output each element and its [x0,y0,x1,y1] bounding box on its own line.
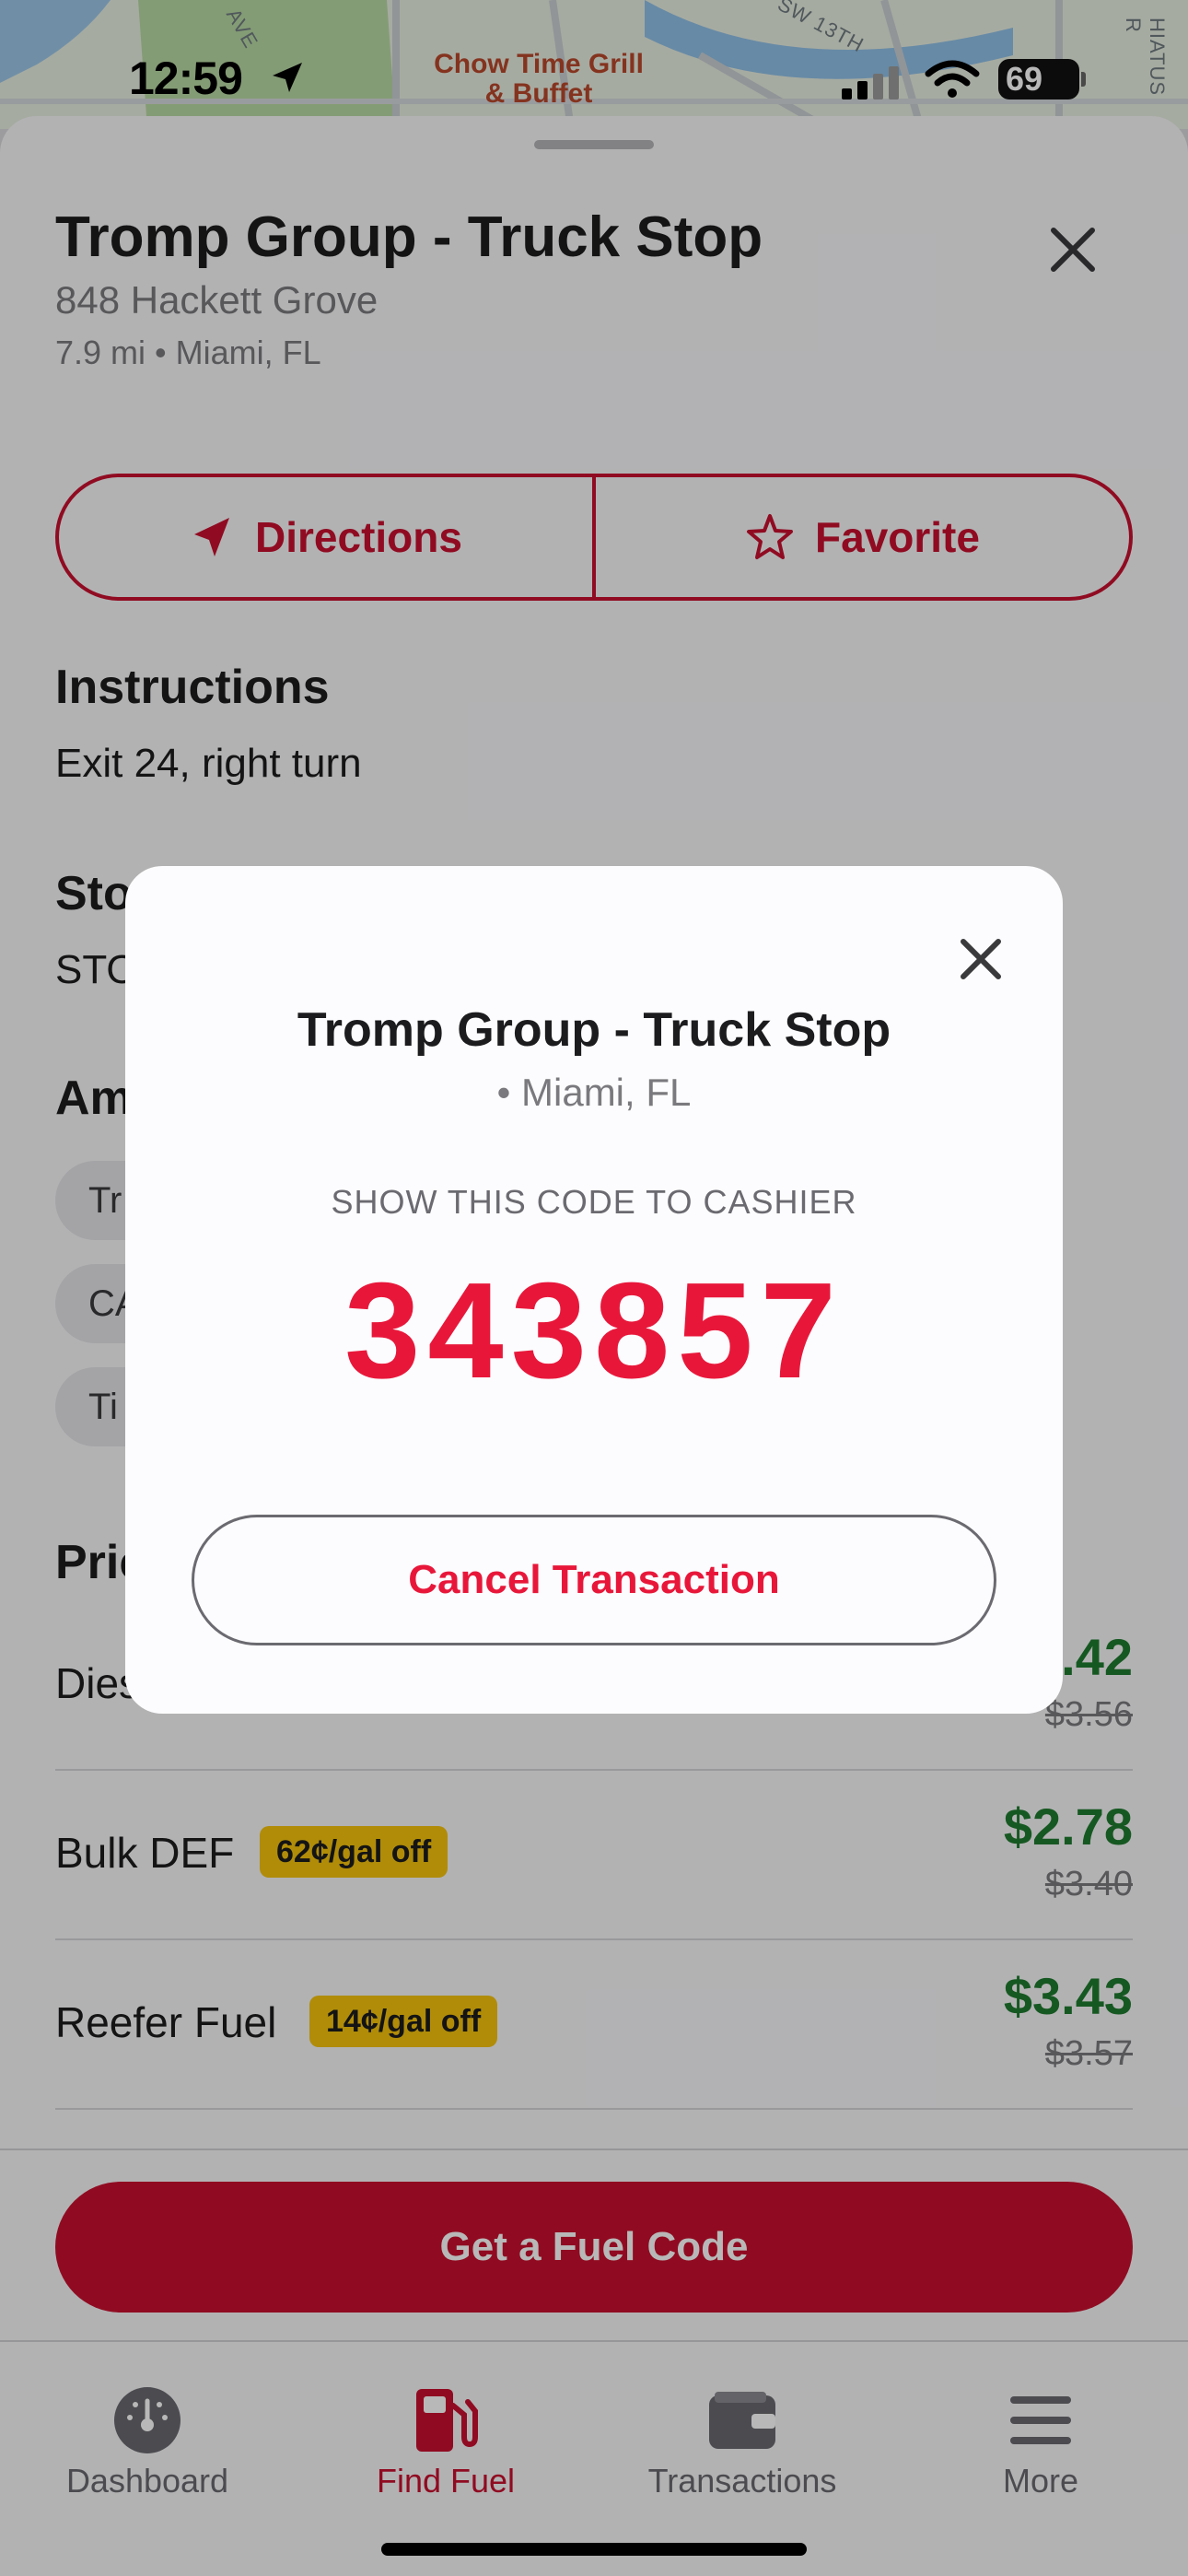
modal-station-location: • Miami, FL [496,1071,692,1114]
cancel-transaction-button[interactable]: Cancel Transaction [192,1515,996,1645]
home-indicator[interactable] [381,2543,807,2556]
fuel-code: 343857 [344,1255,844,1407]
close-icon[interactable] [950,929,1011,989]
cashier-instruction: SHOW THIS CODE TO CASHIER [331,1183,857,1221]
fuel-code-modal: Tromp Group - Truck Stop • Miami, FL SHO… [125,866,1063,1714]
modal-station-name: Tromp Group - Truck Stop [297,1003,891,1057]
